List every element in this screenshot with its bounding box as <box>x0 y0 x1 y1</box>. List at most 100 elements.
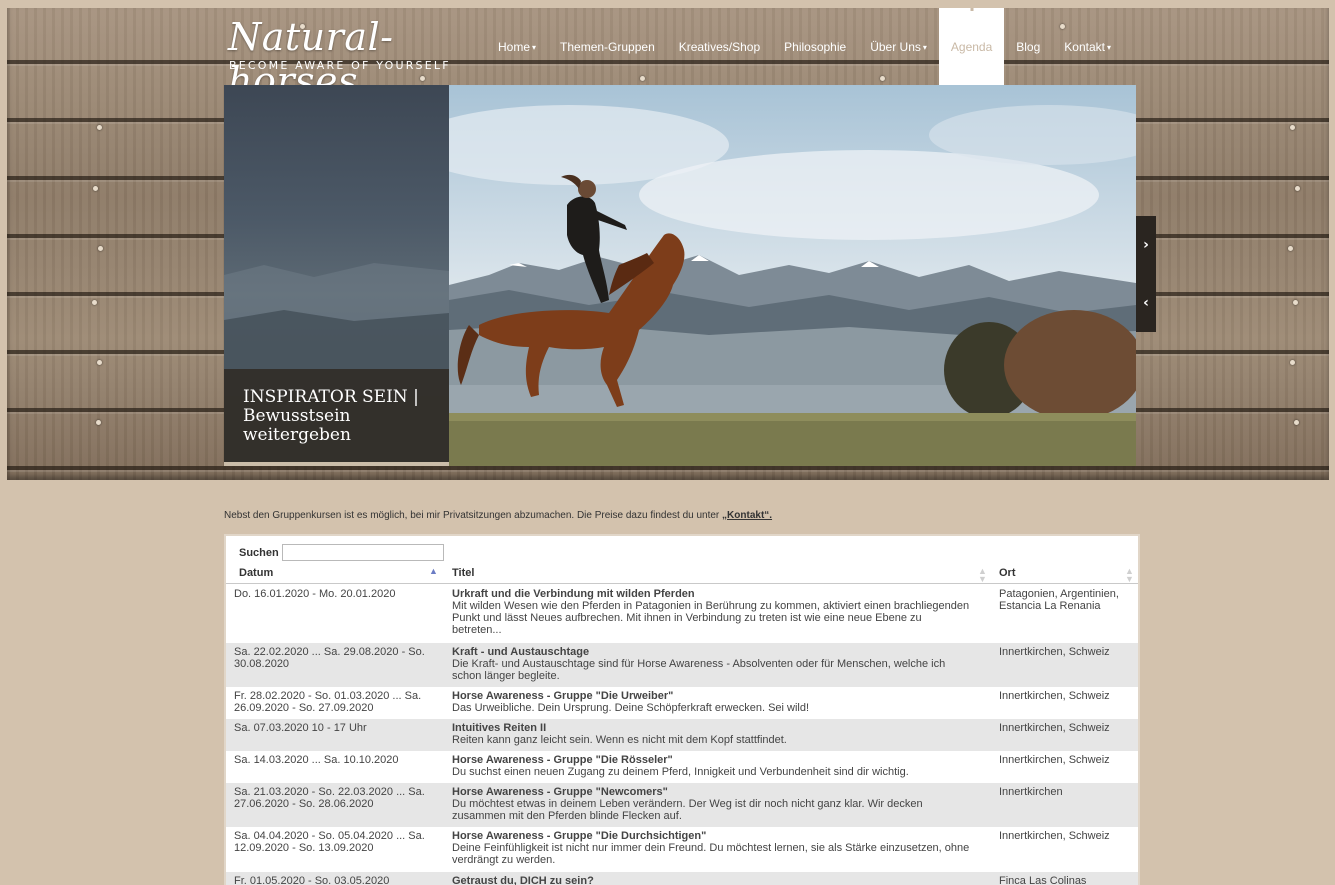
sort-both-icon[interactable]: ▲ ▼ <box>978 567 987 584</box>
cell-ort: Innertkirchen, Schweiz <box>999 722 1110 734</box>
cell-titel: Intuitives Reiten II Reiten kann ganz lei… <box>452 722 972 746</box>
slide-caption: INSPIRATOR SEIN | Bewusstsein weitergebe… <box>243 387 419 445</box>
intro-text-before: Nebst den Gruppenkursen ist es möglich, … <box>224 510 723 521</box>
logo-tagline: BECOME AWARE OF YOURSELF <box>229 59 451 72</box>
nail-decoration <box>1295 186 1300 191</box>
nav-item-home[interactable]: Home ▾ <box>486 8 548 85</box>
cell-ort: Innertkirchen, Schweiz <box>999 830 1110 842</box>
event-description: Die Kraft- und Austauschtage sind für Ho… <box>452 658 946 682</box>
caret-down-icon: ▾ <box>1107 43 1112 52</box>
event-title: Urkraft und die Verbindung mit wilden Pf… <box>452 588 695 600</box>
nav-item-agenda[interactable]: Agenda <box>938 8 1005 85</box>
event-title: Kraft - und Austauschtage <box>452 646 590 658</box>
table-row[interactable]: Do. 16.01.2020 - Mo. 20.01.2020 Urkraft u… <box>226 585 1138 643</box>
active-marker <box>970 8 974 11</box>
nail-decoration <box>92 300 97 305</box>
cell-datum: Sa. 04.04.2020 - So. 05.04.2020 ... Sa. … <box>234 830 425 854</box>
table-row[interactable]: Fr. 28.02.2020 - So. 01.03.2020 ... Sa. … <box>226 687 1138 719</box>
slide-photo <box>409 85 1136 466</box>
nail-decoration <box>98 246 103 251</box>
caret-down-icon: ▾ <box>922 43 927 52</box>
cell-datum: Do. 16.01.2020 - Mo. 20.01.2020 <box>234 588 396 600</box>
cell-ort: Finca Las Colinas <box>999 875 1087 885</box>
horse-rider-image <box>409 105 1136 466</box>
logo-wordmark: Natural-horses <box>228 15 394 103</box>
table-row[interactable]: Sa. 21.03.2020 - So. 22.03.2020 ... Sa. … <box>226 783 1138 827</box>
table-search: Suchen <box>239 544 444 561</box>
nav-item-kontakt[interactable]: Kontakt ▾ <box>1052 8 1123 85</box>
search-label: Suchen <box>239 546 279 559</box>
cell-ort: Patagonien, Argentinien, Estancia La Ren… <box>999 588 1119 612</box>
nav-item-label: Kontakt <box>1064 39 1105 54</box>
column-header-datum[interactable]: Datum <box>239 567 273 579</box>
event-title: Horse Awareness - Gruppe "Newcomers" <box>452 786 668 798</box>
cell-datum: Sa. 21.03.2020 - So. 22.03.2020 ... Sa. … <box>234 786 425 810</box>
event-title: Horse Awareness - Gruppe "Die Durchsicht… <box>452 830 707 842</box>
nail-decoration <box>1290 360 1295 365</box>
cell-titel: Kraft - und Austauschtage Die Kraft- und … <box>452 646 972 682</box>
event-description: Du möchtest etwas in deinem Leben veränd… <box>452 798 923 822</box>
event-title: Getraust du, DICH zu sein? <box>452 875 594 885</box>
nav-item-kreatives-shop[interactable]: Kreatives/Shop <box>667 8 772 85</box>
brand-logo[interactable]: Natural-horses BECOME AWARE OF YOURSELF <box>228 15 468 103</box>
nail-decoration <box>420 76 425 81</box>
table-row[interactable]: Sa. 07.03.2020 10 - 17 Uhr Intuitives Rei… <box>226 719 1138 751</box>
nail-decoration <box>93 186 98 191</box>
cell-titel: Urkraft und die Verbindung mit wilden Pf… <box>452 588 972 636</box>
nav-item-themen-gruppen[interactable]: Themen-Gruppen <box>548 8 667 85</box>
main-nav: Home ▾ Themen-Gruppen Kreatives/Shop Phil… <box>486 8 1123 85</box>
event-description: Das Urweibliche. Dein Ursprung. Deine Sc… <box>452 702 810 714</box>
table-row[interactable]: Sa. 14.03.2020 ... Sa. 10.10.2020 Horse A… <box>226 751 1138 783</box>
nav-item-label: Home <box>498 39 531 54</box>
nail-decoration <box>97 125 102 130</box>
event-description: Reiten kann ganz leicht sein. Wenn es ni… <box>452 734 787 746</box>
cell-datum: Sa. 07.03.2020 10 - 17 Uhr <box>234 722 367 734</box>
cell-ort: Innertkirchen, Schweiz <box>999 754 1110 766</box>
cell-datum: Sa. 14.03.2020 ... Sa. 10.10.2020 <box>234 754 399 766</box>
cell-ort: Innertkirchen, Schweiz <box>999 690 1110 702</box>
table-header: Datum ▲ Titel ▲ ▼ Ort ▲ ▼ <box>226 563 1138 584</box>
chevron-left-icon[interactable]: ‹ <box>1136 274 1156 332</box>
column-header-ort[interactable]: Ort <box>999 567 1016 579</box>
table-row[interactable]: Sa. 22.02.2020 ... Sa. 29.08.2020 - So. … <box>226 643 1138 687</box>
table-row[interactable]: Fr. 01.05.2020 - So. 03.05.2020 Getraust … <box>226 872 1138 885</box>
cell-titel: Horse Awareness - Gruppe "Newcomers" Du m… <box>452 786 972 822</box>
cell-titel: Horse Awareness - Gruppe "Die Rösseler" D… <box>452 754 972 778</box>
nav-item-blog[interactable]: Blog <box>1004 8 1052 85</box>
nail-decoration <box>97 360 102 365</box>
slide-progress-bar <box>224 462 449 466</box>
cell-titel: Horse Awareness - Gruppe "Die Durchsicht… <box>452 830 972 866</box>
nav-item-ueber-uns[interactable]: Über Uns ▾ <box>858 8 939 85</box>
cell-ort: Innertkirchen, Schweiz <box>999 646 1110 658</box>
hero-slider: INSPIRATOR SEIN | Bewusstsein weitergebe… <box>224 85 1136 466</box>
chevron-right-icon[interactable]: › <box>1136 216 1156 274</box>
event-description: Mit wilden Wesen wie den Pferden in Pata… <box>452 600 970 636</box>
event-title: Horse Awareness - Gruppe "Die Urweiber" <box>452 690 674 702</box>
nail-decoration <box>1290 125 1295 130</box>
table-row[interactable]: Sa. 04.04.2020 - So. 05.04.2020 ... Sa. … <box>226 827 1138 872</box>
nav-item-label: Über Uns <box>870 39 921 54</box>
nail-decoration <box>1288 246 1293 251</box>
intro-text: Nebst den Gruppenkursen ist es möglich, … <box>224 510 1124 521</box>
kontakt-link[interactable]: „Kontakt“. <box>722 510 772 521</box>
nav-item-label: Kreatives/Shop <box>678 39 761 54</box>
nail-decoration <box>96 420 101 425</box>
cell-datum: Fr. 01.05.2020 - So. 03.05.2020 <box>234 875 390 885</box>
sort-ascending-icon[interactable]: ▲ <box>429 567 438 576</box>
event-description: Deine Feinfühligkeit ist nicht nur immer… <box>452 842 970 866</box>
cell-datum: Sa. 22.02.2020 ... Sa. 29.08.2020 - So. … <box>234 646 425 670</box>
agenda-table: Suchen Datum ▲ Titel ▲ ▼ Ort ▲ ▼ Do. 16.01… <box>224 534 1140 885</box>
column-header-titel[interactable]: Titel <box>452 567 474 579</box>
nav-item-label: Themen-Gruppen <box>560 39 655 54</box>
cell-datum: Fr. 28.02.2020 - So. 01.03.2020 ... Sa. … <box>234 690 422 714</box>
search-input[interactable] <box>281 544 444 561</box>
caret-down-icon: ▾ <box>532 43 537 52</box>
nail-decoration <box>1293 300 1298 305</box>
nav-item-label: Philosophie <box>784 39 847 54</box>
nav-item-philosophie[interactable]: Philosophie <box>772 8 858 85</box>
sort-both-icon[interactable]: ▲ ▼ <box>1125 567 1134 584</box>
cell-titel: Getraust du, DICH zu sein? <box>452 875 972 885</box>
event-title: Horse Awareness - Gruppe "Die Rösseler" <box>452 754 673 766</box>
event-title: Intuitives Reiten II <box>452 722 547 734</box>
nav-item-label: Agenda <box>950 39 993 54</box>
